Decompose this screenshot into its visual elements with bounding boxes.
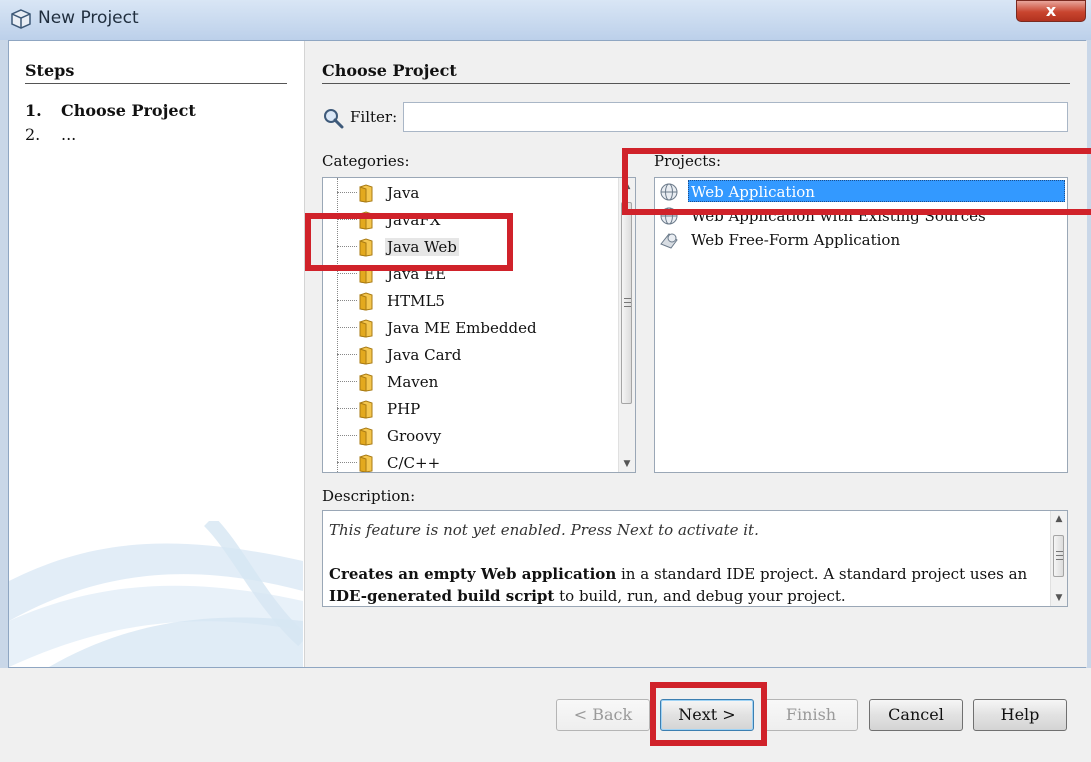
- scroll-up-icon[interactable]: ▲: [1051, 511, 1067, 527]
- folder-icon: [359, 238, 373, 257]
- category-label: JavaFX: [387, 211, 441, 229]
- category-item[interactable]: C/C++: [323, 450, 613, 472]
- category-item[interactable]: PHP: [323, 396, 613, 422]
- dialog-content: Steps 1. Choose Project 2.... Choose Proj…: [8, 40, 1087, 668]
- folder-icon: [359, 292, 373, 311]
- category-item[interactable]: Java EE: [323, 261, 613, 287]
- filter-input[interactable]: [403, 102, 1068, 132]
- window-title: New Project: [38, 8, 139, 28]
- project-label: Web Free-Form Application: [691, 231, 901, 249]
- folder-icon: [359, 211, 373, 230]
- folder-icon: [359, 265, 373, 284]
- description-box: This feature is not yet enabled. Press N…: [322, 510, 1068, 607]
- step-label: Choose Project: [61, 101, 196, 120]
- category-label: HTML5: [387, 292, 445, 310]
- category-label: Java Web: [385, 238, 459, 256]
- netbeans-cube-icon: [11, 9, 31, 29]
- description-bold-2: IDE-generated build script: [329, 587, 555, 605]
- projects-label: Projects:: [654, 152, 722, 170]
- steps-panel: Steps 1. Choose Project 2....: [9, 41, 303, 667]
- scroll-down-icon[interactable]: ▼: [1051, 590, 1067, 606]
- category-item[interactable]: Java Card: [323, 342, 613, 368]
- next-button[interactable]: Next >: [660, 699, 754, 731]
- description-bold-1: Creates an empty Web application: [329, 565, 617, 583]
- description-scrollbar[interactable]: ▲ ▼: [1050, 511, 1067, 606]
- project-item[interactable]: Web Free-Form Application: [655, 228, 1067, 252]
- description-label: Description:: [322, 487, 416, 505]
- folder-icon: [359, 400, 373, 419]
- search-icon: [324, 109, 344, 129]
- category-label: Java ME Embedded: [387, 319, 537, 337]
- category-item-selected[interactable]: Java Web: [323, 234, 613, 260]
- step-2: 2....: [25, 125, 76, 144]
- step-number: 1.: [25, 101, 42, 120]
- scroll-down-icon[interactable]: ▼: [619, 456, 635, 472]
- folder-icon: [359, 427, 373, 446]
- category-item[interactable]: JavaFX: [323, 207, 613, 233]
- category-item[interactable]: HTML5: [323, 288, 613, 314]
- back-button[interactable]: < Back: [556, 699, 650, 731]
- new-project-dialog: New Project x Steps 1. Choose Project 2..…: [0, 0, 1091, 762]
- title-bar[interactable]: New Project x: [0, 0, 1091, 40]
- project-label: Web Application with Existing Sources: [691, 207, 986, 225]
- category-label: Java EE: [387, 265, 447, 283]
- folder-icon: [359, 184, 373, 203]
- category-item[interactable]: Maven: [323, 369, 613, 395]
- projects-list[interactable]: Web Application Web Application with Exi…: [654, 177, 1068, 473]
- category-label: PHP: [387, 400, 421, 418]
- folder-icon: [359, 319, 373, 338]
- folder-icon: [359, 373, 373, 392]
- step-number: 2.: [25, 125, 41, 144]
- category-item[interactable]: Groovy: [323, 423, 613, 449]
- folder-icon: [359, 454, 373, 472]
- description-notice: This feature is not yet enabled. Press N…: [329, 521, 759, 539]
- decorative-wave-graphic: [9, 521, 303, 667]
- project-label: Web Application: [691, 183, 815, 201]
- category-item[interactable]: Java ME Embedded: [323, 315, 613, 341]
- description-text: This feature is not yet enabled. Press N…: [329, 519, 1039, 606]
- steps-divider: [25, 83, 287, 84]
- close-button[interactable]: x: [1016, 0, 1086, 22]
- steps-title: Steps: [25, 61, 75, 80]
- finish-button[interactable]: Finish: [764, 699, 858, 731]
- scroll-up-icon[interactable]: ▲: [619, 178, 635, 194]
- filter-label: Filter:: [350, 108, 398, 126]
- categories-tree[interactable]: Java JavaFX Java Web Java EE HTML5 Java …: [322, 177, 636, 473]
- project-item-selected[interactable]: Web Application: [655, 180, 1067, 204]
- categories-scrollbar[interactable]: ▲ ▼: [618, 178, 635, 472]
- title-divider: [322, 83, 1070, 84]
- globe-icon: [660, 183, 678, 201]
- project-item[interactable]: Web Application with Existing Sources: [655, 204, 1067, 228]
- free-form-globe-icon: [660, 233, 678, 249]
- category-label: Maven: [387, 373, 439, 391]
- main-panel: Choose Project Filter: Categories: Proje…: [304, 41, 1087, 667]
- scrollbar-thumb[interactable]: [621, 202, 632, 404]
- cancel-button[interactable]: Cancel: [869, 699, 963, 731]
- button-bar: < Back Next > Finish Cancel Help: [0, 668, 1091, 762]
- scrollbar-thumb[interactable]: [1053, 535, 1064, 577]
- folder-icon: [359, 346, 373, 365]
- category-label: Groovy: [387, 427, 442, 445]
- category-label: C/C++: [387, 454, 441, 472]
- help-button[interactable]: Help: [973, 699, 1067, 731]
- description-text-1: in a standard IDE project. A standard pr…: [616, 565, 1028, 583]
- globe-icon: [660, 207, 678, 225]
- step-1: 1. Choose Project: [25, 101, 196, 120]
- category-label: Java Card: [387, 346, 462, 364]
- step-label: ...: [61, 125, 77, 144]
- categories-label: Categories:: [322, 152, 410, 170]
- category-label: Java: [387, 184, 420, 202]
- page-title: Choose Project: [322, 61, 457, 80]
- description-text-2: to build, run, and debug your project.: [554, 587, 846, 605]
- category-item[interactable]: Java: [323, 180, 613, 206]
